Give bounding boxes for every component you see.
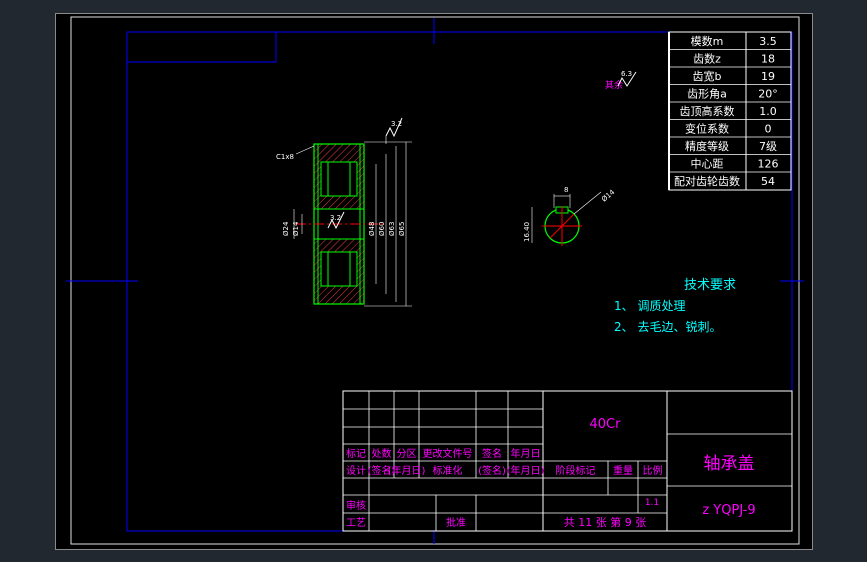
hub-view: 8 16.40 Ø14 <box>523 186 617 246</box>
rev-header-1: 处数 <box>372 447 392 460</box>
rev-header-0: 标记 <box>346 448 366 460</box>
param-name-4: 齿顶高系数 <box>680 104 735 118</box>
rev-header-3: 更改文件号 <box>423 447 473 460</box>
sign-cell-0: 设计 <box>346 464 366 477</box>
rev-header-2: 分区 <box>397 448 417 460</box>
param-name-8: 配对齿轮齿数 <box>674 174 740 188</box>
param-value-4: 1.0 <box>759 105 777 118</box>
roughness-mid-label: 3.2 <box>330 214 341 222</box>
param-name-7: 中心距 <box>691 158 724 171</box>
param-name-5: 变位系数 <box>685 122 729 136</box>
hub-dia-label: Ø14 <box>600 188 617 204</box>
surface-note: 其余 6.3 <box>605 70 637 91</box>
sign-cell-3: 标准化 <box>433 464 463 477</box>
cad-viewport[interactable]: 模数m 3.5 齿数z 18 齿宽b 19 齿形角a 20° 齿顶高系数 1.0 变位系数 0 精度等级… <box>55 13 813 550</box>
gear-left-dim-1: Ø14 <box>292 221 300 236</box>
stage-header-0: 阶段标记 <box>556 464 596 477</box>
gear-right-dim-2: Ø63 <box>388 222 396 236</box>
corner-box <box>127 32 277 63</box>
sign-cell-4: (签名) <box>478 464 506 477</box>
param-value-6: 7级 <box>759 140 777 153</box>
rev-header-4: 签名 <box>482 447 502 460</box>
gear-section: C1x8 3.2 3.2 Ø24 Ø14 Ø48 Ø60 Ø63 Ø65 <box>276 117 412 307</box>
review-label: 审核 <box>346 499 366 512</box>
param-value-8: 54 <box>761 175 775 188</box>
sheet-label: 共 11 张 第 9 张 <box>564 515 646 529</box>
stage-header-1: 重量 <box>613 464 633 477</box>
sign-cell-2: (年月日) <box>388 464 426 477</box>
gear-right-dim-0: Ø48 <box>368 222 376 236</box>
param-name-0: 模数m <box>691 35 724 48</box>
tech-req-item-2: 2、 去毛边、锐刺。 <box>614 320 721 334</box>
roughness-top-label: 3.2 <box>391 120 402 128</box>
param-value-5: 0 <box>765 123 772 136</box>
tech-req-title: 技术要求 <box>684 278 736 293</box>
gear-right-dim-3: Ø65 <box>398 222 406 236</box>
rev-header-5: 年月日 <box>511 447 541 460</box>
stage-header-2: 比例 <box>643 464 663 477</box>
param-value-0: 3.5 <box>759 35 777 48</box>
part-name-label: 轴承盖 <box>704 454 755 474</box>
material-label: 40Cr <box>590 417 622 432</box>
keyway-width-label: 8 <box>564 186 568 194</box>
gear-left-dim-0: Ø24 <box>282 221 290 236</box>
param-name-2: 齿宽b <box>693 69 722 83</box>
gear-right-dim-1: Ø60 <box>378 222 386 236</box>
approve-label: 批准 <box>446 516 466 529</box>
param-name-1: 齿数z <box>693 53 721 66</box>
param-value-3: 20° <box>758 88 778 101</box>
drawing-canvas: 模数m 3.5 齿数z 18 齿宽b 19 齿形角a 20° 齿顶高系数 1.0 变位系数 0 精度等级… <box>66 16 804 545</box>
tech-requirements: 技术要求 1、 调质处理 2、 去毛边、锐刺。 <box>614 278 736 334</box>
param-table: 模数m 3.5 齿数z 18 齿宽b 19 齿形角a 20° 齿顶高系数 1.0 变位系数 0 精度等级… <box>668 31 792 191</box>
tech-req-item-1: 1、 调质处理 <box>614 299 685 313</box>
param-value-2: 19 <box>761 70 775 83</box>
param-value-7: 126 <box>758 158 779 171</box>
param-name-6: 精度等级 <box>685 139 729 153</box>
chamfer-label: C1x8 <box>276 153 294 161</box>
sign-cell-5: (年月日) <box>507 464 545 477</box>
surface-note-value: 6.3 <box>621 70 632 78</box>
drawing-no-label: z YQPJ-9 <box>702 503 755 518</box>
param-value-1: 18 <box>761 53 775 66</box>
param-name-3: 齿形角a <box>687 88 727 101</box>
title-block: 40Cr 轴承盖 z YQPJ-9 1.1 共 11 张 第 9 张 标记 处数 分区 更改文件… <box>342 390 793 532</box>
keyway-depth-label: 16.40 <box>523 222 531 242</box>
scale-label: 1.1 <box>645 498 659 508</box>
process-label: 工艺 <box>346 517 366 529</box>
